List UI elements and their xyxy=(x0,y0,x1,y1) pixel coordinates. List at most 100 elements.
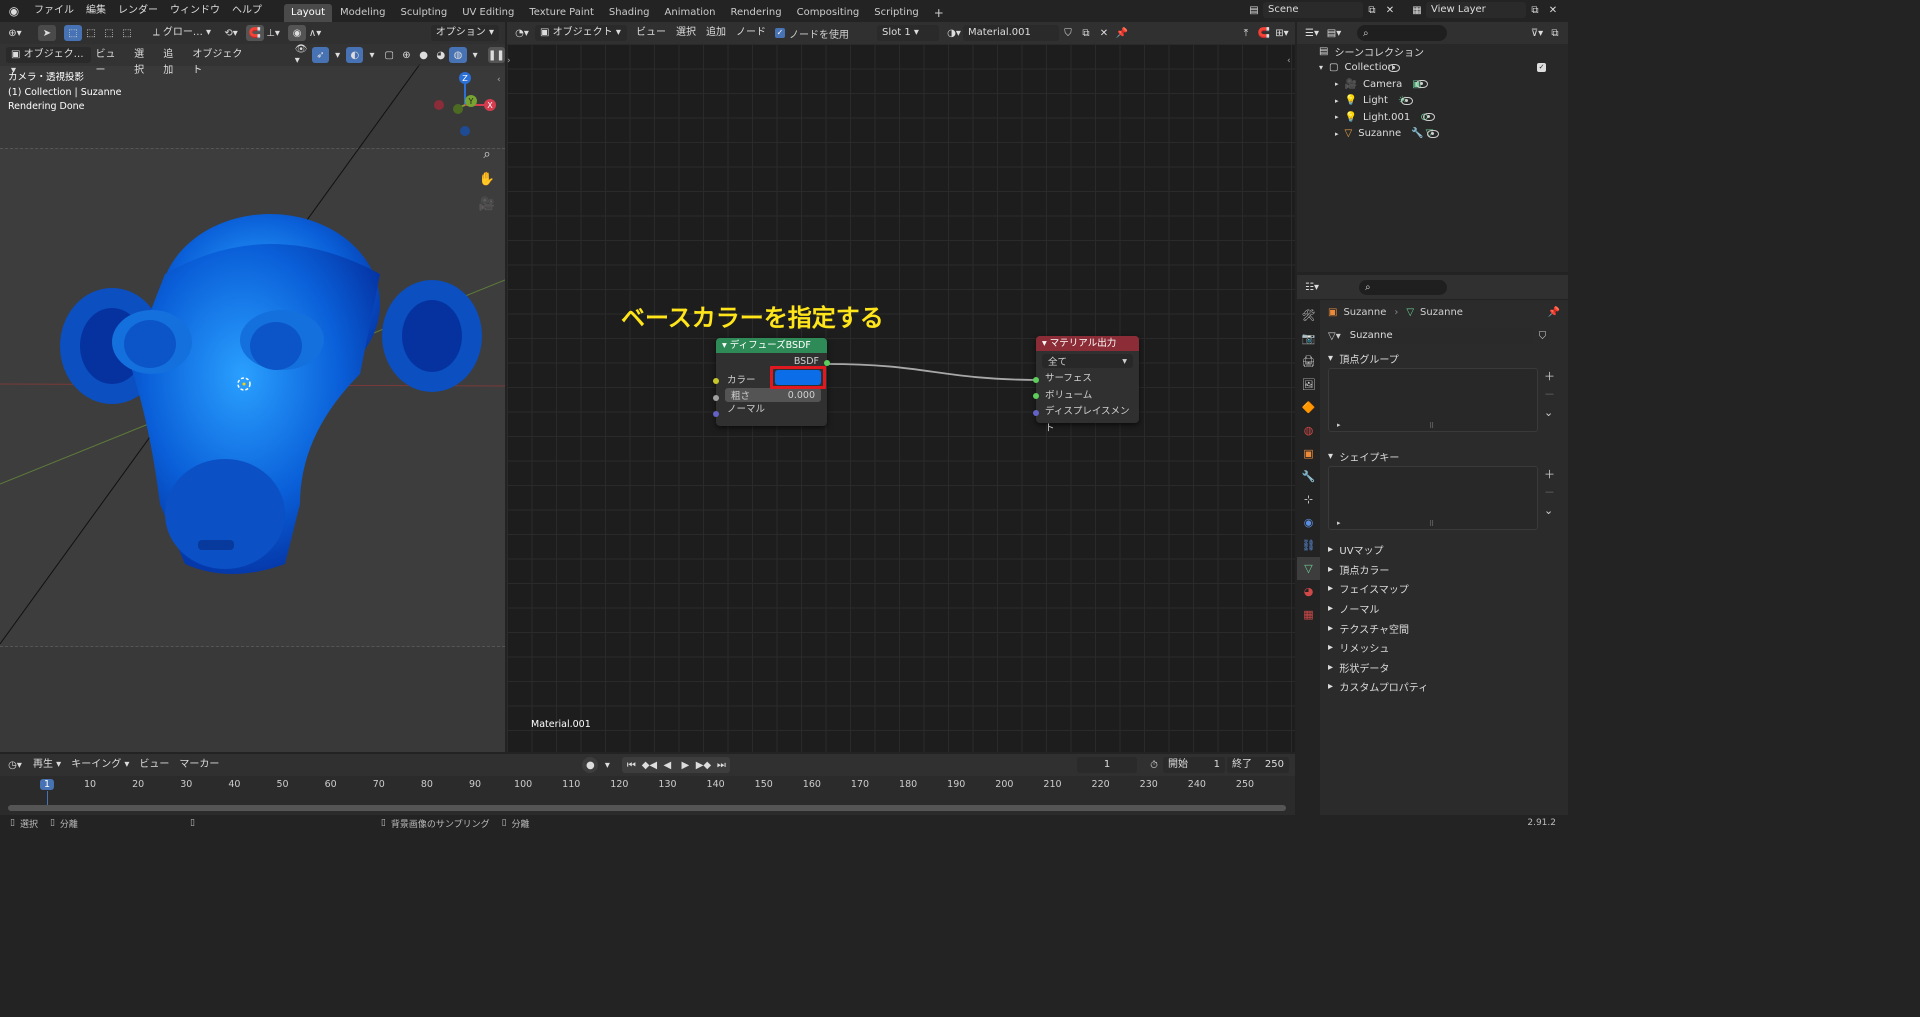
node-menu-add[interactable]: 追加 xyxy=(701,25,731,41)
3d-viewport[interactable]: カメラ・透視投影 (1) Collection | Suzanne Render… xyxy=(0,44,505,752)
texture-space-panel-header[interactable]: ▸ テクスチャ空間 xyxy=(1320,618,1568,638)
frame-ruler[interactable]: 1 10 20 30 40 50 60 70 80 90 100 110 120 130 140 150 160… xyxy=(0,776,1295,807)
new-scene-icon[interactable]: ⧉ xyxy=(1363,2,1381,18)
node-sidebar-toggle-icon[interactable]: ‹ xyxy=(1287,56,1291,66)
new-collection-icon[interactable]: ⧉ xyxy=(1546,25,1564,41)
displacement-input-socket[interactable] xyxy=(1033,410,1039,416)
select-tool-icon[interactable]: ➤ xyxy=(38,25,56,41)
menu-view[interactable]: ビュー xyxy=(91,47,130,76)
scene-tab-icon[interactable]: 🔶 xyxy=(1302,396,1316,419)
prev-keyframe-icon[interactable]: ◆◀ xyxy=(640,757,658,773)
node-editor-type-icon[interactable]: ◔▾ xyxy=(513,25,531,41)
pivot-icon[interactable]: ⟲▾ xyxy=(222,25,240,41)
slot-dropdown[interactable]: Slot 1 ▾ xyxy=(877,25,939,41)
normals-panel-header[interactable]: ▸ ノーマル xyxy=(1320,599,1568,619)
geometry-data-panel-header[interactable]: ▸ 形状データ xyxy=(1320,658,1568,678)
world-tab-icon[interactable]: ◍ xyxy=(1304,419,1314,442)
mesh-name-field[interactable]: Suzanne xyxy=(1344,328,1533,344)
tab-rendering[interactable]: Rendering xyxy=(724,4,789,22)
vertex-groups-list[interactable]: ▸ ⠿ xyxy=(1328,368,1538,432)
gizmo-toggle-icon[interactable]: ➶ xyxy=(311,47,330,63)
pin-icon[interactable]: 📌 xyxy=(1113,25,1131,41)
light-eye-icon[interactable] xyxy=(1400,96,1413,105)
object-tab-icon[interactable]: ▣ xyxy=(1303,442,1313,465)
outliner-search-input[interactable]: ⌕ xyxy=(1357,25,1447,41)
collection-checkbox[interactable]: ✓ xyxy=(1537,63,1546,73)
outliner-item-light-001[interactable]: ▸ 💡 Light.001 ⊙ xyxy=(1297,109,1568,126)
normal-input-socket[interactable] xyxy=(713,411,719,417)
menu-window[interactable]: ウィンドウ xyxy=(164,0,226,22)
outliner-item-light[interactable]: ▸ 💡 Light ☀ xyxy=(1297,93,1568,110)
tab-shading[interactable]: Shading xyxy=(602,4,657,22)
shape-key-specials-icon[interactable]: ⌄ xyxy=(1544,502,1555,520)
pan-hand-icon[interactable]: ✋ xyxy=(478,167,496,192)
scene-collection-row[interactable]: ▤ シーンコレクション xyxy=(1297,43,1568,60)
properties-editor-type-icon[interactable]: ☷▾ xyxy=(1303,279,1321,295)
node-menu-view[interactable]: ビュー xyxy=(631,25,671,41)
duplicate-material-icon[interactable]: ⧉ xyxy=(1077,25,1095,41)
transform-orientation[interactable]: ⟂ グロー… ▾ xyxy=(148,25,216,41)
overlay-dropdown-icon[interactable]: ▾ xyxy=(363,47,380,63)
collection-expand-icon[interactable]: ▾ xyxy=(1319,63,1323,72)
use-nodes-toggle[interactable]: ✓ ノードを使用 xyxy=(775,26,849,41)
current-frame-field[interactable]: 1 xyxy=(1077,757,1137,773)
use-nodes-checkbox[interactable]: ✓ xyxy=(775,28,785,38)
shading-dropdown-icon[interactable]: ▾ xyxy=(467,47,484,63)
play-icon[interactable]: ▶ xyxy=(676,757,694,773)
volume-input-socket[interactable] xyxy=(1033,393,1039,399)
roughness-slider[interactable]: 粗さ 0.000 xyxy=(725,388,821,402)
visibility-icon[interactable]: 👁▾ xyxy=(295,44,312,66)
zoom-icon[interactable]: ⌕ xyxy=(478,142,496,167)
fake-user-icon[interactable]: ⛉ xyxy=(1059,25,1077,41)
snap-node-dropdown-icon[interactable]: ⊞▾ xyxy=(1273,25,1291,41)
camera-eye-icon[interactable] xyxy=(1415,80,1428,89)
filter-icon[interactable]: ⊽▾ xyxy=(1528,25,1546,41)
outliner-item-suzanne[interactable]: ▸ ▽ Suzanne 🔧 ▽ xyxy=(1297,126,1568,143)
add-vertex-group-icon[interactable]: ＋ xyxy=(1544,368,1555,386)
outliner-editor-type-icon[interactable]: ☰▾ xyxy=(1303,25,1321,41)
start-frame-field[interactable]: 開始 1 xyxy=(1163,757,1225,773)
tab-texture-paint[interactable]: Texture Paint xyxy=(522,4,601,22)
tab-animation[interactable]: Animation xyxy=(658,4,723,22)
parent-node-tree-icon[interactable]: ⤒ xyxy=(1237,25,1255,41)
blender-logo-icon[interactable]: ◉ xyxy=(0,4,28,18)
tab-layout[interactable]: Layout xyxy=(284,3,332,22)
properties-search-input[interactable]: ⌕ xyxy=(1359,279,1447,295)
material-browse-icon[interactable]: ◑▾ xyxy=(945,25,963,41)
menu-add[interactable]: 追加 xyxy=(158,47,187,76)
select-extend-icon[interactable]: ⬚ xyxy=(82,25,100,41)
vertex-colors-panel-header[interactable]: ▸ 頂点カラー xyxy=(1320,560,1568,580)
playback-menu[interactable]: 再生 ▾ xyxy=(28,757,66,773)
snap-node-icon[interactable]: 🧲 xyxy=(1255,25,1273,41)
uv-maps-panel-header[interactable]: ▸ UVマップ xyxy=(1320,540,1568,560)
menu-render[interactable]: レンダー xyxy=(112,0,164,22)
render-tab-icon[interactable]: 📷 xyxy=(1302,327,1316,350)
list-resize-handle[interactable]: ⠿ xyxy=(1429,422,1434,430)
view-layer-icon[interactable]: ▦ xyxy=(1408,2,1426,18)
node-object-mode-dropdown[interactable]: ▣ オブジェクト ▾ xyxy=(535,25,627,41)
list-expand-icon[interactable]: ▸ xyxy=(1337,421,1341,429)
output-node-header[interactable]: ▾ マテリアル出力 xyxy=(1036,336,1139,351)
vertex-groups-panel-header[interactable]: ▾ 頂点グループ xyxy=(1320,349,1568,368)
marker-menu[interactable]: マーカー xyxy=(174,757,224,773)
toolbar-toggle-icon[interactable]: › xyxy=(507,56,511,66)
scene-icon[interactable]: ▤ xyxy=(1245,2,1263,18)
expand-icon[interactable]: ▸ xyxy=(1335,97,1339,105)
expand-icon[interactable]: ▸ xyxy=(1335,130,1339,138)
particles-tab-icon[interactable]: ⊹ xyxy=(1304,488,1313,511)
shape-keys-panel-header[interactable]: ▾ シェイプキー xyxy=(1320,447,1568,466)
proportional-edit-icon[interactable]: ◉ xyxy=(288,25,307,41)
pause-render-icon[interactable]: ❚❚ xyxy=(487,47,505,63)
expand-icon[interactable]: ▸ xyxy=(1335,113,1339,121)
menu-file[interactable]: ファイル xyxy=(28,0,80,22)
diffuse-bsdf-node[interactable]: ▾ ディフューズBSDF BSDF カラー 粗さ 0.000 ノーマル xyxy=(713,338,830,426)
tab-sculpting[interactable]: Sculpting xyxy=(394,4,455,22)
gizmo-dropdown-icon[interactable]: ▾ xyxy=(329,47,346,63)
menu-help[interactable]: ヘルプ xyxy=(226,0,268,22)
mesh-fake-user-icon[interactable]: ⛉ xyxy=(1539,331,1547,342)
display-mode-icon[interactable]: ▤▾ xyxy=(1325,25,1343,41)
expand-icon[interactable]: ▸ xyxy=(1335,80,1339,88)
add-shape-key-icon[interactable]: ＋ xyxy=(1544,466,1555,484)
data-tab-icon[interactable]: ▽ xyxy=(1297,557,1320,580)
options-dropdown[interactable]: オプション ▾ xyxy=(430,25,499,41)
